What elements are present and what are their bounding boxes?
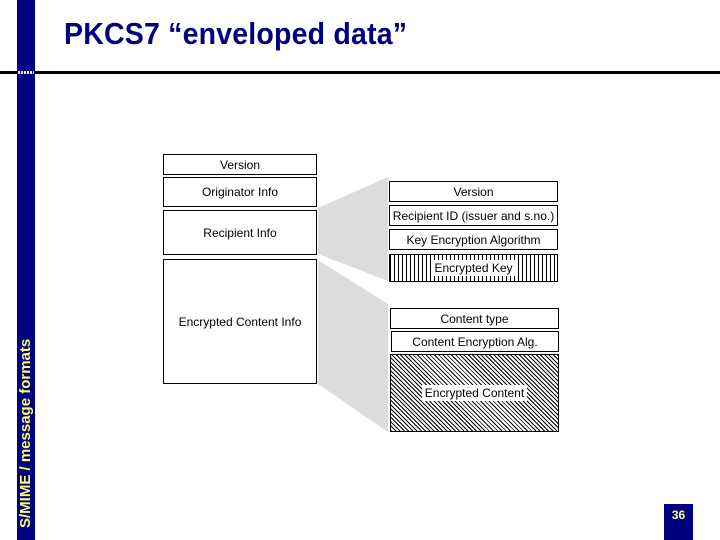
field-label: Recipient Info: [203, 225, 277, 240]
content-field-encrypted-content: Encrypted Content: [390, 354, 559, 432]
recipient-field-key-encryption-algorithm: Key Encryption Algorithm: [389, 229, 558, 250]
field-label: Content Encryption Alg.: [412, 334, 538, 349]
content-field-content-encryption-alg: Content Encryption Alg.: [391, 331, 559, 352]
field-encrypted-content-info: Encrypted Content Info: [163, 259, 317, 384]
field-label: Content type: [440, 311, 509, 326]
field-label: Recipient ID (issuer and s.no.): [392, 208, 555, 223]
field-recipient-info: Recipient Info: [163, 210, 317, 255]
field-label: Originator Info: [201, 185, 279, 199]
recipient-field-recipient-id: Recipient ID (issuer and s.no.): [389, 205, 558, 226]
field-label: Version: [219, 157, 261, 172]
recipient-info-projection: [318, 177, 388, 281]
field-label: Encrypted Key: [431, 260, 516, 276]
field-label: Version: [453, 184, 494, 199]
field-label: Encrypted Content Info: [178, 314, 302, 329]
recipient-field-version: Version: [389, 181, 558, 202]
field-label: Key Encryption Algorithm: [406, 232, 541, 247]
field-version: Version: [163, 154, 317, 175]
encrypted-content-info-projection: [318, 260, 388, 432]
projection-shapes: [318, 177, 388, 432]
recipient-field-encrypted-key: Encrypted Key: [389, 254, 558, 282]
field-label: Encrypted Content: [421, 385, 528, 401]
page-number: 36: [664, 504, 693, 540]
content-field-content-type: Content type: [390, 308, 559, 329]
field-originator-info: Originator Info: [163, 177, 317, 207]
